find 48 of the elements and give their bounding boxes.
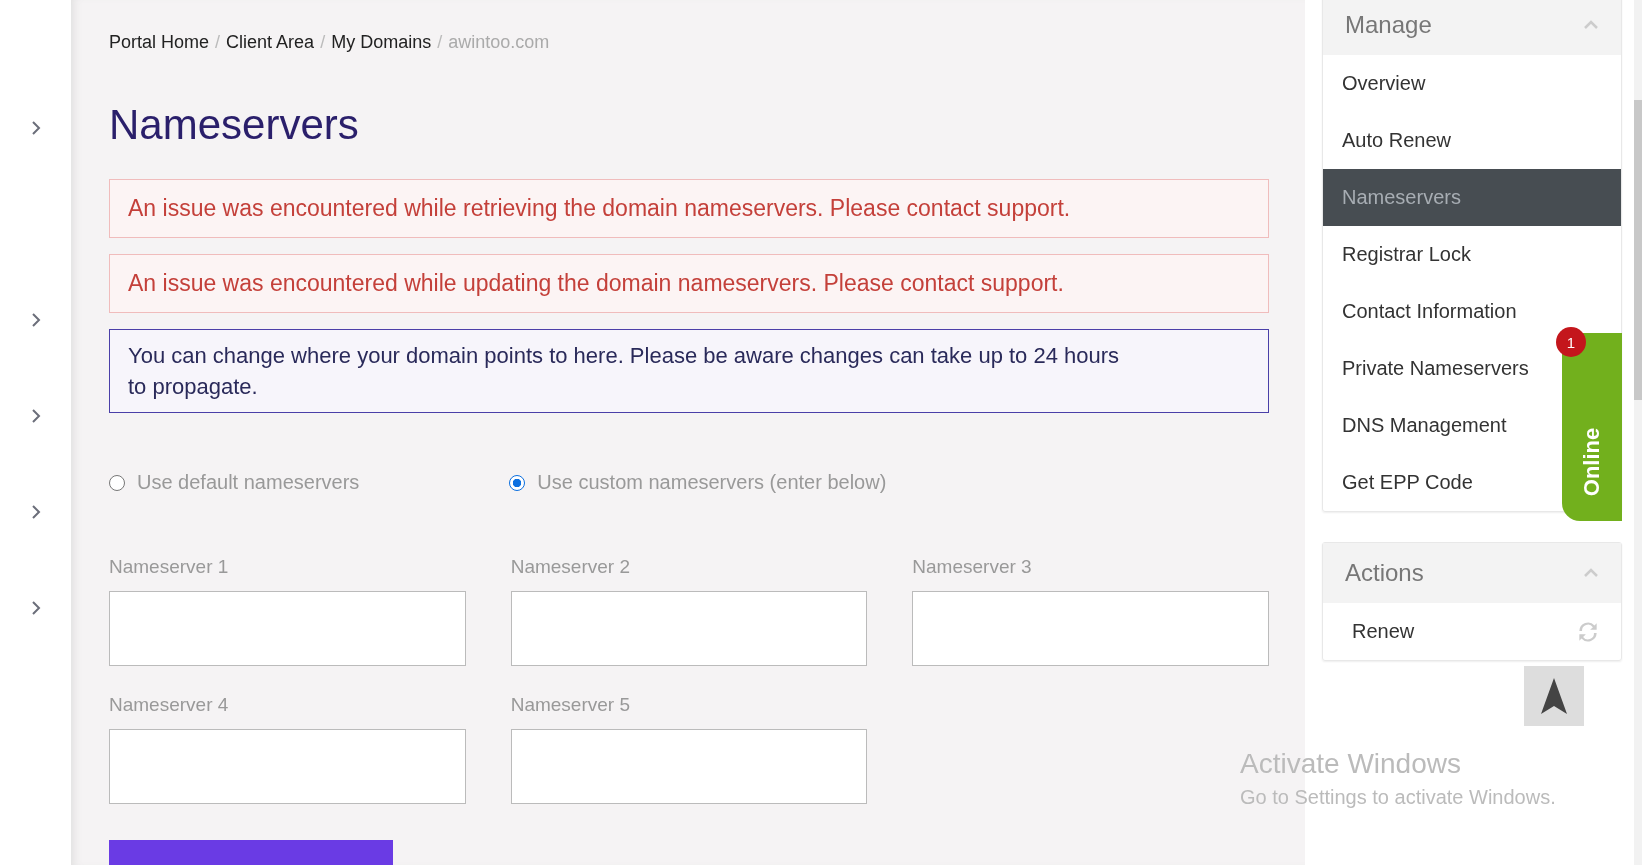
breadcrumb-link[interactable]: My Domains <box>331 32 432 53</box>
chevron-right-icon[interactable] <box>31 600 41 616</box>
breadcrumb-link[interactable]: Portal Home <box>109 32 210 53</box>
sidebar-item[interactable]: Get EPP Code <box>1323 454 1492 511</box>
activation-title: Activate Windows <box>1240 748 1462 780</box>
panel-header[interactable]: Actions <box>1323 543 1621 603</box>
alert-message: An issue was encountered while updating the domain nameservers. Please contact support. <box>109 254 1269 313</box>
sidebar-item[interactable]: Private Nameservers <box>1323 340 1548 397</box>
alert-message: An issue was encountered while retrieving the domain nameservers. Please contact support. <box>109 179 1269 238</box>
sidebar-item[interactable]: Overview <box>1323 55 1445 112</box>
page-title: Nameservers <box>109 101 360 149</box>
chevron-right-icon[interactable] <box>31 312 41 328</box>
sidebar-item[interactable]: Nameservers <box>1323 169 1621 226</box>
sidebar-item[interactable]: DNS Management <box>1323 397 1526 454</box>
nameserver-input[interactable] <box>109 591 466 666</box>
field-label: Nameserver 5 <box>510 694 631 716</box>
arrow-up-icon <box>1539 676 1569 716</box>
field-label: Nameserver 1 <box>109 556 230 578</box>
panel-header[interactable]: Manage <box>1323 0 1621 55</box>
nameserver-input[interactable] <box>510 591 868 666</box>
notification-badge: 1 <box>1556 327 1586 357</box>
back-to-top-button[interactable] <box>1524 666 1584 726</box>
sidebar-item[interactable]: Contact Information <box>1323 283 1536 340</box>
breadcrumb-separator: / <box>437 32 443 53</box>
sidebar-item[interactable]: Renew <box>1323 603 1621 660</box>
chevron-right-icon[interactable] <box>31 120 41 136</box>
nameserver-input[interactable] <box>912 591 1269 666</box>
chevron-right-icon[interactable] <box>31 408 41 424</box>
radio-button[interactable] <box>109 474 125 491</box>
alert-message: You can change where your domain points to here. Please be aware changes can take up to 24 hours to propagate. <box>109 329 1269 413</box>
nameserver-input[interactable] <box>510 729 868 804</box>
chevron-right-icon[interactable] <box>31 504 41 520</box>
field-label: Nameserver 3 <box>912 556 1033 578</box>
caret-icon[interactable] <box>1583 20 1599 30</box>
field-label: Nameserver 4 <box>109 694 230 716</box>
breadcrumb-separator: / <box>320 32 326 53</box>
activation-text: Go to Settings to activate Windows. <box>1240 786 1556 809</box>
nameserver-input[interactable] <box>109 729 466 804</box>
panel-title: Actions <box>1345 559 1424 587</box>
scrollbar-thumb[interactable] <box>1634 100 1642 400</box>
breadcrumb-link[interactable]: Client Area <box>226 32 315 53</box>
panel-title: Manage <box>1345 11 1432 39</box>
breadcrumb-separator: / <box>215 32 221 53</box>
caret-icon[interactable] <box>1583 568 1599 578</box>
sidebar-item[interactable]: Auto Renew <box>1323 112 1470 169</box>
radio-button[interactable] <box>509 474 526 491</box>
sidebar-item[interactable]: Registrar Lock <box>1323 226 1490 283</box>
field-label: Nameserver 2 <box>510 556 631 578</box>
